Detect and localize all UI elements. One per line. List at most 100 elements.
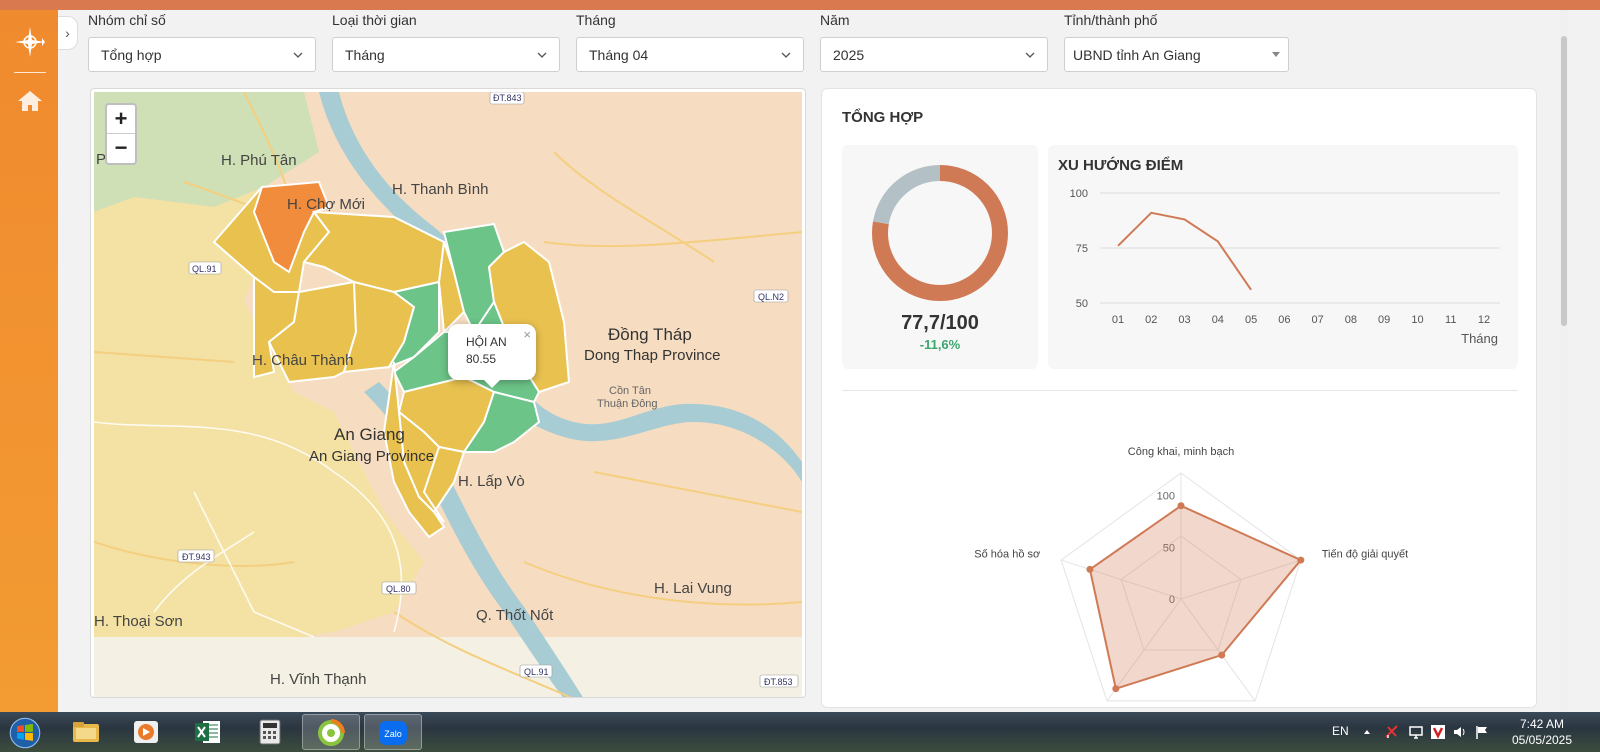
place-label: Đồng Tháp [608, 325, 692, 344]
year-select[interactable]: 2025 [820, 37, 1048, 72]
x-tick-label: 12 [1478, 314, 1490, 326]
radar-point [1086, 565, 1094, 573]
media-player-icon[interactable] [118, 714, 176, 750]
place-label: H. Thanh Bình [392, 181, 488, 198]
chevron-right-icon[interactable]: › [58, 16, 78, 50]
file-explorer-icon[interactable] [58, 714, 116, 750]
taskbar: Zalo EN 7:42 AM 05/05/2025 [0, 712, 1600, 752]
donut-chart [872, 165, 1008, 301]
antivirus-icon[interactable] [1430, 724, 1446, 740]
calculator-icon[interactable] [242, 714, 300, 750]
zalo-label: Zalo [384, 729, 402, 739]
map-popup: × HỘI AN 80.55 [448, 324, 536, 388]
radar-point [1177, 502, 1185, 510]
road-label: QL.80 [386, 584, 411, 594]
x-tick-label: 09 [1378, 314, 1390, 326]
place-label: H. Thoại Sơn [94, 613, 183, 630]
x-tick-label: 01 [1112, 314, 1124, 326]
home-icon[interactable] [17, 90, 43, 112]
popup-region-value: 80.55 [466, 352, 497, 366]
place-label: An Giang Province [309, 448, 434, 465]
province-select[interactable]: UBND tỉnh An Giang [1064, 37, 1289, 72]
show-hidden-icons-icon[interactable] [1362, 724, 1372, 740]
clock-date: 05/05/2025 [1511, 733, 1573, 747]
compass-logo-icon[interactable] [14, 26, 46, 58]
radar-point [1112, 685, 1120, 693]
trend-card: XU HƯỚNG ĐIỂM 100 75 50 01 02 03 04 05 06 07 08 09 1… [1048, 145, 1518, 369]
y-tick-label: 100 [1070, 188, 1088, 200]
sidebar [0, 10, 58, 712]
top-accent-bar [0, 0, 1600, 10]
x-tick-label: 11 [1445, 314, 1456, 326]
place-label: H. Châu Thành [252, 352, 353, 369]
radar-axis-label: Tiến độ giải quyết [1322, 548, 1408, 560]
excel-icon[interactable] [180, 714, 238, 750]
filter-month: Tháng Tháng 04 [576, 12, 804, 72]
place-label: H. Lấp Vò [458, 473, 525, 490]
network-icon[interactable] [1384, 724, 1400, 740]
indicator-group-select[interactable]: Tổng hợp [88, 37, 316, 72]
monitor-icon[interactable] [1408, 724, 1424, 740]
place-label: H. Lai Vung [654, 580, 732, 597]
y-tick-label: 50 [1076, 298, 1088, 310]
filter-province: Tỉnh/thành phố UBND tỉnh An Giang [1064, 12, 1289, 72]
filter-indicator-group: Nhóm chỉ số Tổng hợp [88, 12, 316, 72]
close-icon[interactable]: × [523, 326, 531, 343]
language-indicator[interactable]: EN [1332, 724, 1349, 738]
radar-axis-label: Số hóa hồ sơ [974, 548, 1040, 560]
place-label: H. Chợ Mới [287, 196, 365, 213]
select-value: UBND tỉnh An Giang [1073, 46, 1201, 63]
x-axis-label: Tháng [1461, 331, 1498, 346]
road-label: ĐT.943 [182, 552, 211, 562]
summary-panel: TỔNG HỢP 77,7/100 -11,6% XU HƯỚNG ĐIỂM 1… [821, 88, 1537, 708]
filter-label: Năm [820, 12, 850, 28]
time-type-select[interactable]: Tháng [332, 37, 560, 72]
x-tick-label: 06 [1278, 314, 1290, 326]
radar-axis-label: Công khai, minh bạch [1128, 446, 1234, 458]
place-label: Cồn Tân [609, 385, 651, 397]
radar-point [1218, 651, 1226, 659]
filter-label: Nhóm chỉ số [88, 12, 166, 28]
choropleth-map[interactable]: ĐT.843 QL.91 QL.N2 ĐT.943 QL.80 QL.91 ĐT… [94, 92, 802, 698]
place-label: An Giang [334, 425, 405, 444]
sidebar-separator [14, 72, 46, 73]
radar-point [1297, 556, 1305, 564]
system-clock[interactable]: 7:42 AM 05/05/2025 [1506, 716, 1578, 748]
select-value: 2025 [833, 46, 865, 63]
road-label: ĐT.853 [764, 677, 793, 687]
page-scrollbar[interactable] [1560, 10, 1568, 712]
radar-tick-label: 100 [1157, 491, 1175, 503]
zoom-out-button[interactable]: − [107, 134, 135, 163]
action-center-flag-icon[interactable] [1474, 724, 1490, 740]
x-tick-label: 10 [1411, 314, 1423, 326]
trend-line-chart: 100 75 50 01 02 03 04 05 06 07 08 09 10 11 12 Tháng [1070, 188, 1500, 346]
score-delta: -11,6% [919, 337, 961, 352]
select-value: Tháng 04 [589, 46, 649, 63]
caret-down-icon [1272, 52, 1280, 57]
place-label: Thuận Đông [597, 398, 658, 410]
place-label: Q. Thốt Nốt [476, 607, 554, 624]
zoom-control: + − [105, 103, 137, 165]
x-tick-label: 04 [1212, 314, 1224, 326]
filter-label: Tỉnh/thành phố [1064, 12, 1158, 28]
x-tick-label: 05 [1245, 314, 1257, 326]
section-divider [842, 390, 1518, 391]
chevron-down-icon [781, 52, 791, 58]
scrollbar-thumb[interactable] [1561, 36, 1567, 326]
x-tick-label: 02 [1145, 314, 1157, 326]
chevron-down-icon [537, 52, 547, 58]
y-tick-label: 75 [1076, 243, 1088, 255]
coccoc-browser-icon[interactable] [302, 714, 360, 750]
filter-time-type: Loại thời gian Tháng [332, 12, 560, 72]
radar-area [1088, 504, 1303, 690]
trend-title: XU HƯỚNG ĐIỂM [1058, 157, 1184, 174]
place-label: H. Vĩnh Thạnh [270, 671, 366, 688]
windows-start-icon[interactable] [0, 714, 52, 750]
month-select[interactable]: Tháng 04 [576, 37, 804, 72]
zalo-icon[interactable]: Zalo [364, 714, 422, 750]
road-label: QL.91 [524, 667, 549, 677]
summary-title: TỔNG HỢP [842, 109, 924, 126]
filter-label: Tháng [576, 12, 616, 28]
volume-icon[interactable] [1452, 724, 1468, 740]
zoom-in-button[interactable]: + [107, 105, 135, 134]
